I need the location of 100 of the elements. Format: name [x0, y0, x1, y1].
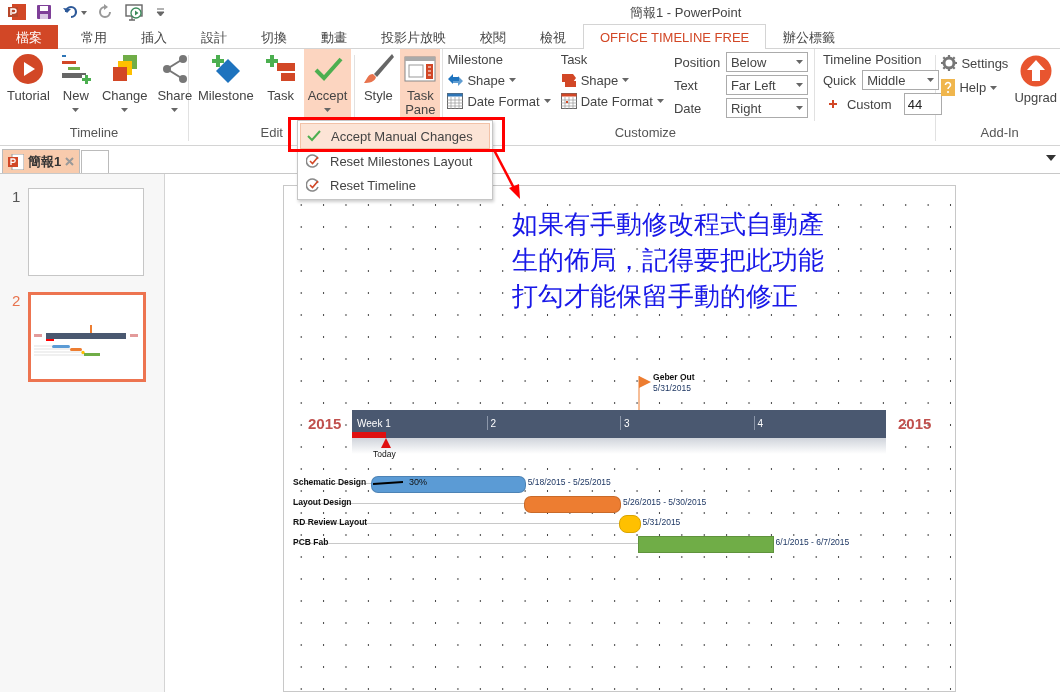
check-icon [307, 130, 321, 142]
week-label: 4 [757, 418, 764, 429]
week-label: 2 [490, 418, 497, 429]
milestone-title: Geber Out [653, 372, 695, 382]
group-label: Customize [614, 125, 677, 141]
section-heading: Milestone [447, 52, 505, 67]
ribbon-tab[interactable]: 插入 [124, 26, 184, 49]
undo-icon[interactable] [62, 4, 88, 20]
caret-icon [927, 78, 935, 82]
annotation-text: 如果有手動修改程式自動產生的佈局，記得要把此功能打勾才能保留手動的修正 [512, 208, 825, 313]
task-dates: 6/1/2015 - 6/7/2015 [775, 537, 850, 547]
ribbon-tab[interactable]: 辦公標籤 [766, 26, 853, 49]
play-icon [12, 53, 45, 85]
year-label: 2015 [898, 415, 932, 432]
ribbon-button[interactable]: New [55, 49, 96, 121]
clock-check-icon [306, 178, 320, 192]
caret-icon [795, 83, 803, 87]
task-name: RD Review Layout [293, 517, 368, 527]
field-label: Text [673, 77, 699, 93]
menu-item[interactable]: Reset Timeline [300, 173, 490, 197]
slide-number: 1 [12, 188, 20, 205]
ribbon-menu-button[interactable]: Shape [447, 72, 551, 88]
caret-icon [656, 99, 664, 103]
settings-button[interactable]: Settings [941, 55, 1009, 71]
calendar-icon [560, 93, 577, 109]
year-label: 2015 [308, 415, 342, 432]
group-label: Timeline [69, 125, 119, 141]
field-label: Date [673, 100, 703, 116]
slideshow-icon[interactable] [124, 3, 146, 21]
task-dates: 5/18/2015 - 5/25/2015 [527, 477, 611, 487]
caret-icon [509, 78, 516, 82]
field-label: Custom [846, 96, 892, 112]
task-name: Schematic Design [293, 477, 367, 487]
settings-icon [941, 55, 958, 71]
dropdown-field[interactable]: Far Left [725, 75, 808, 95]
caret-icon[interactable] [1046, 155, 1056, 161]
ribbon-button[interactable]: Share [153, 49, 197, 121]
dropdown-field[interactable]: Middle [862, 70, 940, 90]
task-dates: 5/31/2015 [642, 517, 681, 527]
shape-icon [560, 72, 577, 88]
ribbon-tab[interactable]: 常用 [64, 26, 124, 49]
calendar-icon [447, 93, 464, 109]
ribbon-button[interactable]: Task [260, 49, 301, 121]
upgrade-button[interactable]: Upgrad [1014, 49, 1057, 121]
help-book-icon [941, 79, 956, 96]
task-name: PCB Fab [293, 537, 329, 547]
menu-item[interactable]: Accept Manual Changes [300, 123, 490, 149]
slide-thumbnail[interactable] [28, 188, 144, 276]
document-tab[interactable]: 簡報1 [2, 149, 81, 173]
caret-icon [795, 60, 803, 64]
task-dates: 5/26/2015 - 5/30/2015 [623, 497, 707, 507]
presentation-icon [8, 153, 24, 170]
help-button[interactable]: Help [941, 79, 1009, 96]
ribbon-button[interactable]: Change [97, 49, 152, 121]
ribbon-tab[interactable]: 投影片放映 [364, 26, 463, 49]
milestone-add-icon [209, 53, 242, 85]
field-label: Quick [822, 72, 857, 88]
week-label: Week 1 [357, 418, 391, 429]
ribbon-menu-button[interactable]: Date Format [447, 93, 551, 109]
progress-percent: 30% [409, 477, 428, 487]
ribbon-tab[interactable]: 校閱 [463, 26, 523, 49]
ribbon-tab[interactable]: OFFICE TIMELINE FREE [583, 24, 767, 49]
file-tab[interactable]: 檔案 [0, 25, 58, 49]
milestone-date: 5/31/2015 [653, 383, 691, 393]
number-field[interactable]: 44 [903, 93, 942, 115]
redo-icon[interactable] [98, 4, 114, 20]
slide-number: 2 [12, 292, 20, 309]
gantt-add-icon [59, 53, 92, 85]
ribbon-tab[interactable]: 檢視 [523, 26, 583, 49]
ribbon-button[interactable]: Milestone [194, 49, 258, 121]
ribbon-tab[interactable]: 切換 [244, 26, 304, 49]
ribbon-tab[interactable]: 動畫 [304, 26, 364, 49]
window-title: 簡報1 - PowerPoint [630, 4, 742, 22]
week-label: 3 [624, 418, 630, 429]
ribbon-button[interactable]: Tutorial [3, 49, 54, 121]
clock-check-icon [306, 154, 320, 168]
task-pane-icon [404, 53, 437, 85]
section-heading: Timeline Position [822, 52, 923, 67]
brush-icon [362, 53, 395, 85]
caret-icon [622, 78, 630, 82]
task-name: Layout Design [293, 497, 352, 507]
progress-line [373, 481, 404, 485]
plus-icon [828, 100, 837, 108]
ribbon-menu-button[interactable]: Date Format [560, 93, 664, 109]
group-label: Add-In [980, 125, 1019, 141]
ribbon-menu-button[interactable]: Shape [560, 72, 664, 88]
ribbon-tab[interactable]: 設計 [184, 26, 244, 49]
caret-icon [543, 99, 551, 103]
app-icon[interactable] [8, 3, 26, 21]
dropdown-field[interactable]: Right [725, 98, 808, 118]
ribbon-button[interactable]: Style [358, 49, 399, 121]
menu-item[interactable]: Reset Milestones Layout [300, 149, 490, 173]
customize-icon[interactable] [156, 8, 165, 16]
caret-icon [795, 106, 803, 110]
caret-icon [990, 85, 998, 90]
today-label: Today [373, 449, 396, 459]
save-icon[interactable] [36, 4, 52, 20]
slide-thumbnail[interactable] [28, 292, 146, 382]
section-heading: Task [560, 52, 589, 67]
dropdown-field[interactable]: Below [725, 52, 808, 72]
